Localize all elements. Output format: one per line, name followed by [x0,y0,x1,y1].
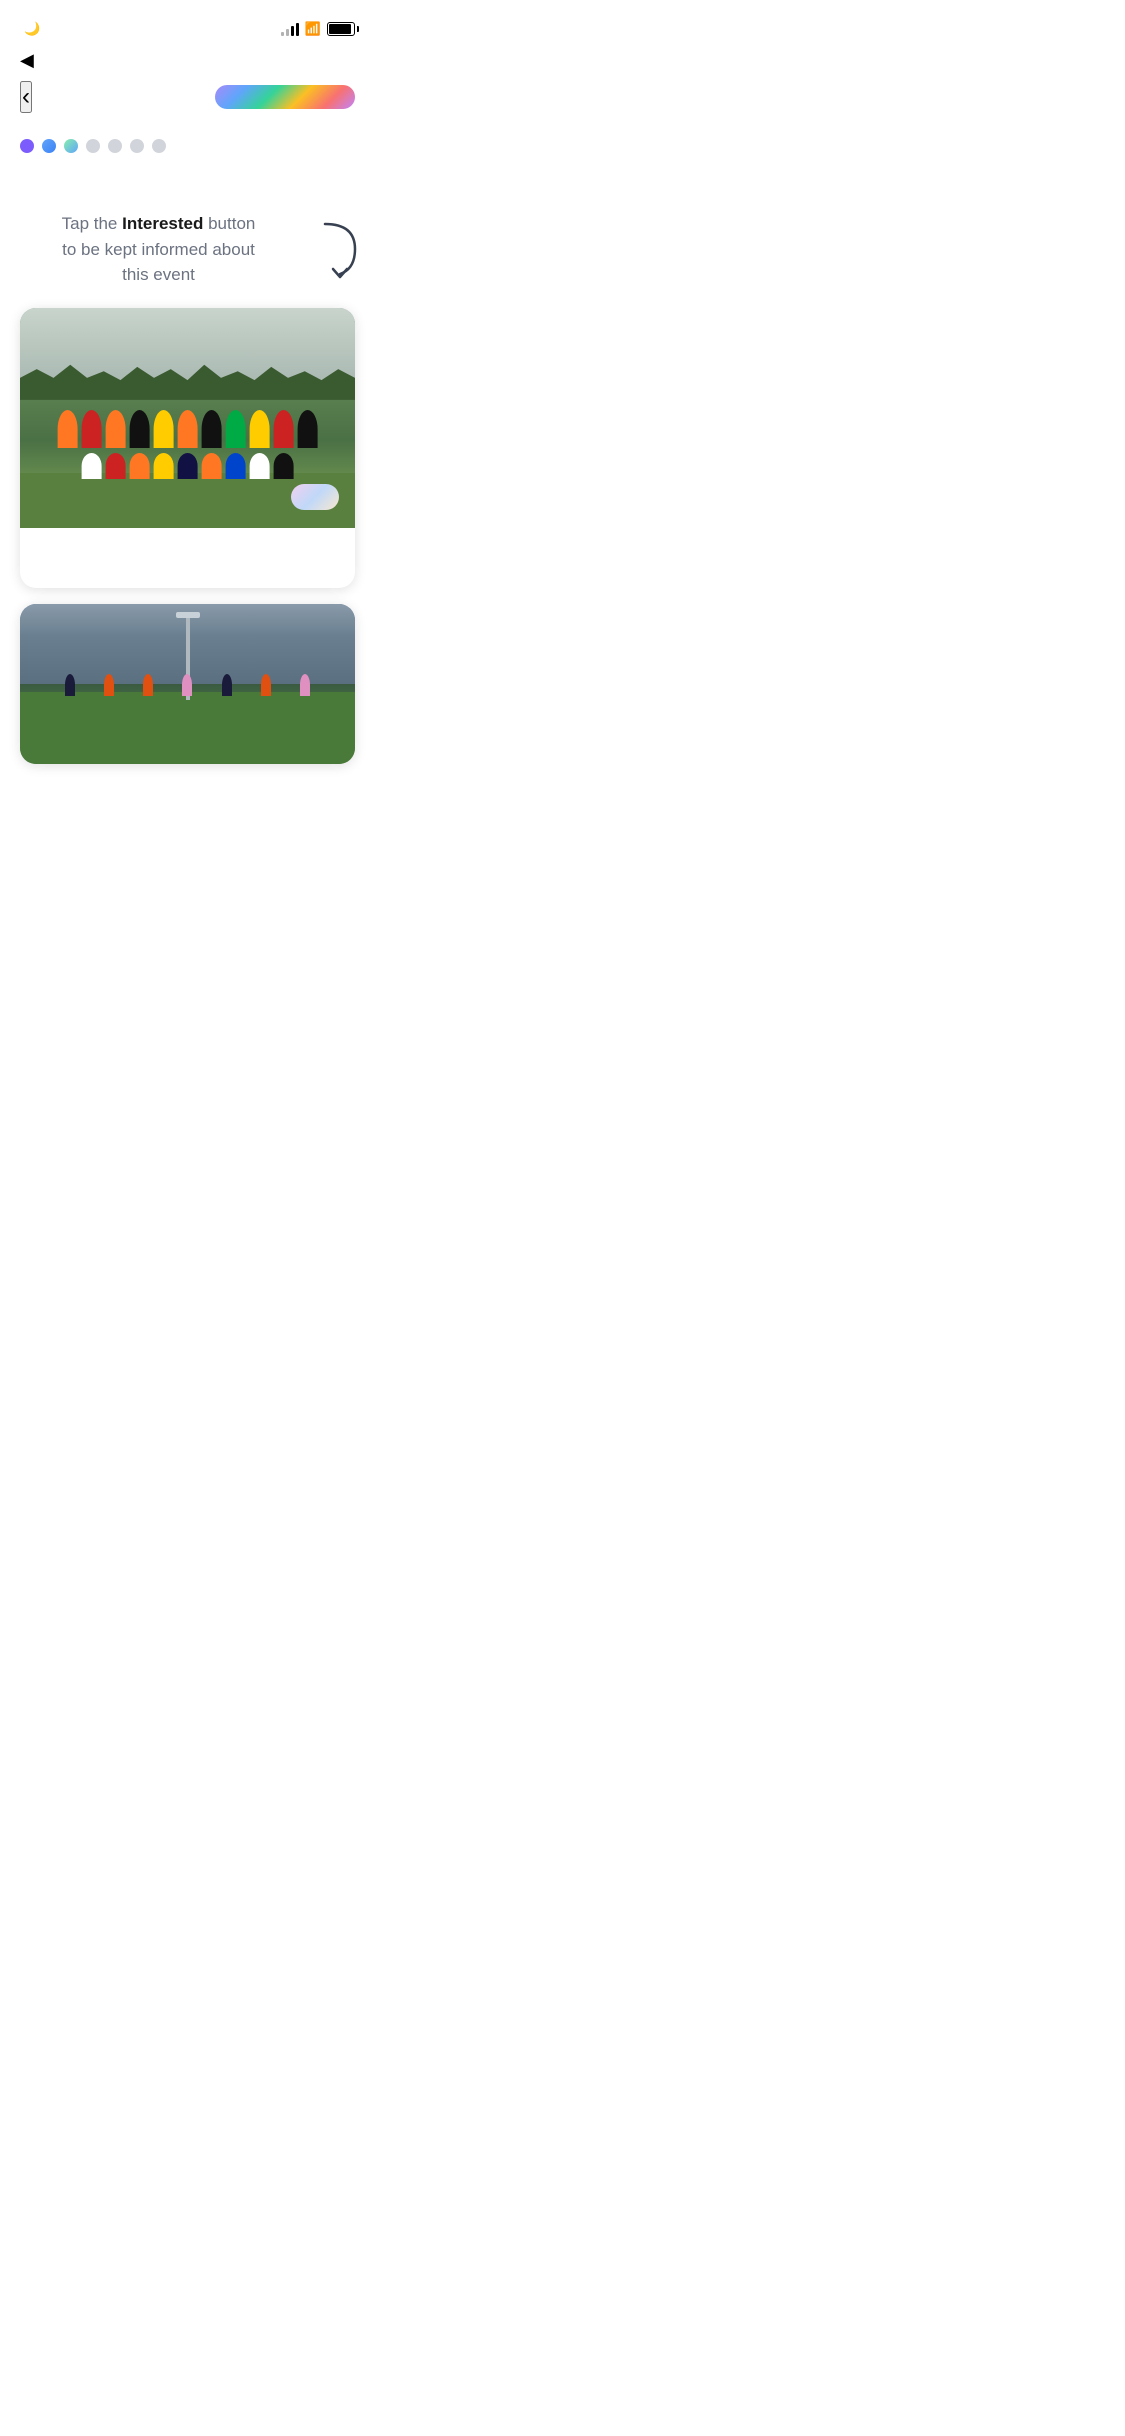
progress-dot-4 [86,139,100,153]
progress-dot-5 [108,139,122,153]
app-store-nav: ◀ [0,44,375,77]
status-icons: 📶 [281,21,355,37]
battery-icon [327,22,355,36]
event-organizer [36,548,339,566]
status-bar: 🌙 📶 [0,0,375,44]
event-image-1 [20,308,355,528]
back-arrow-small: ◀ [20,50,34,71]
instruction-area: Tap the Interested buttonto be kept info… [0,211,375,288]
moon-icon: 🌙 [24,21,40,37]
event-card-1 [20,308,355,588]
event-card-2 [20,604,355,764]
progress-dot-7 [152,139,166,153]
interested-button[interactable] [291,484,339,510]
progress-dot-3 [64,139,78,153]
wifi-icon: 📶 [305,21,321,37]
event-details-1 [20,528,355,588]
second-ground [20,692,355,764]
instruction-text: Tap the Interested buttonto be kept info… [10,211,307,288]
status-time: 🌙 [20,21,40,37]
main-content [0,173,375,183]
progress-dot-1 [20,139,34,153]
second-event-image [20,604,355,764]
app-store-back[interactable]: ◀ [20,50,38,71]
progress-dots [0,125,375,173]
back-button[interactable]: ‹ [20,81,32,113]
second-nav-row: ‹ [0,77,375,125]
signal-icon [281,22,299,36]
instruction-bold: Interested [122,214,203,233]
instruction-before: Tap the [62,214,123,233]
curved-arrow-icon [315,219,365,279]
progress-dot-6 [130,139,144,153]
continue-button[interactable] [215,85,355,109]
progress-dot-2 [42,139,56,153]
